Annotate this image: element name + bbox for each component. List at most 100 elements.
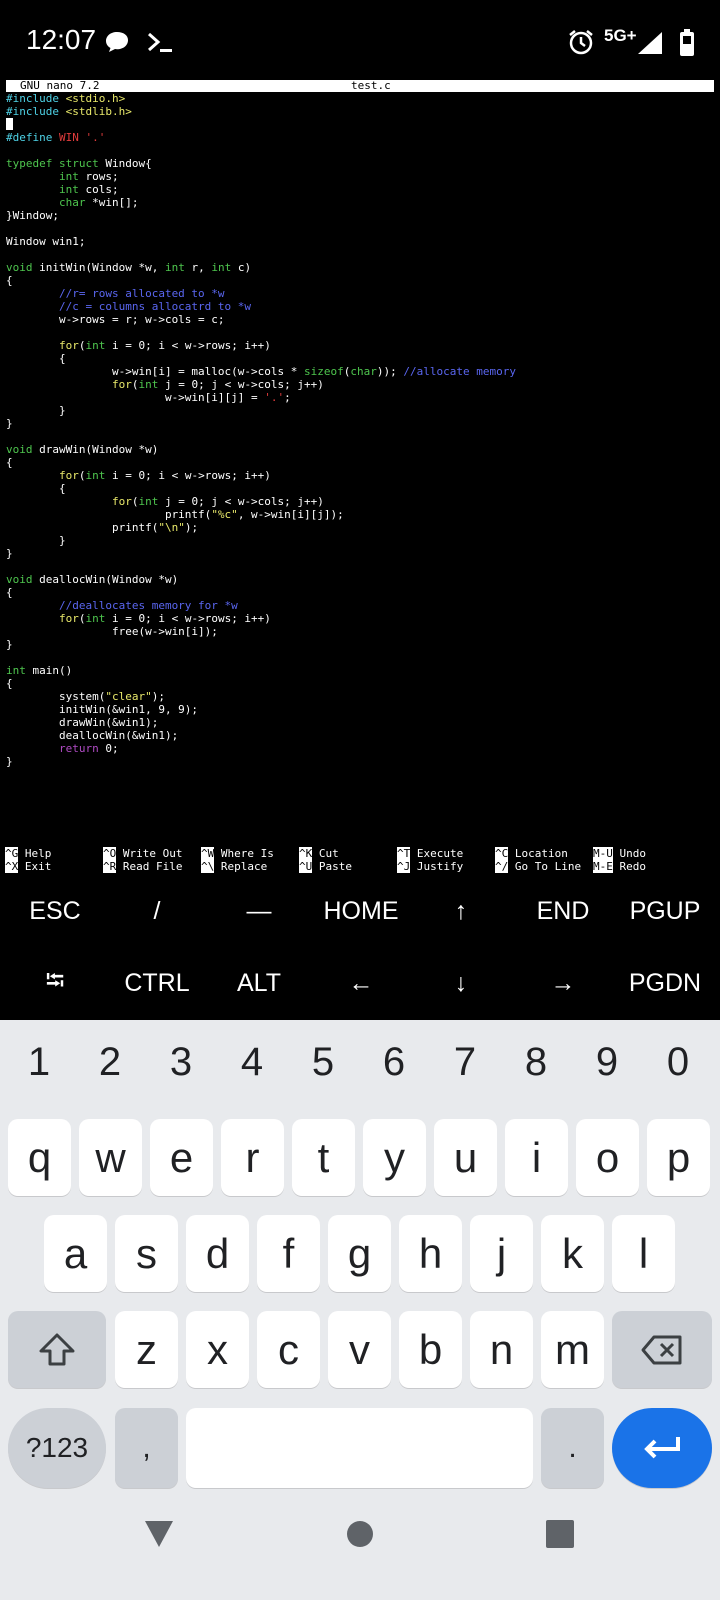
key-b[interactable]: b [399,1311,462,1388]
home-key[interactable]: HOME [310,881,412,941]
key-5[interactable]: 5 [288,1032,358,1092]
key-p[interactable]: p [647,1119,710,1196]
pgdn-key[interactable]: PGDN [614,953,716,1013]
key-v[interactable]: v [328,1311,391,1388]
key-6[interactable]: 6 [359,1032,429,1092]
key-t[interactable]: t [292,1119,355,1196]
key-l[interactable]: l [612,1215,675,1292]
dash-key[interactable]: — [208,881,310,941]
key-g[interactable]: g [328,1215,391,1292]
pgup-key[interactable]: PGUP [614,881,716,941]
shortcut-cut[interactable]: ^K Cut [299,847,339,860]
key-7[interactable]: 7 [430,1032,500,1092]
code-line: return 0; [58,742,119,755]
end-key[interactable]: END [512,881,614,941]
shortcut-location[interactable]: ^C Location [495,847,568,860]
period-key[interactable]: . [541,1408,604,1488]
alt-key[interactable]: ALT [208,953,310,1013]
key-8[interactable]: 8 [501,1032,571,1092]
recents-icon[interactable] [546,1520,574,1553]
code-line: drawWin(&win1); [6,716,159,729]
shortcut-read-file[interactable]: ^R Read File [103,860,182,873]
space-bar[interactable] [186,1408,533,1488]
code-line: #define WIN '.' [6,131,106,144]
shortcut-go-to-line[interactable]: ^/ Go To Line [495,860,581,873]
code-line: free(w->win[i]); [6,625,218,638]
code-line: } [6,404,66,417]
key-c[interactable]: c [257,1311,320,1388]
key-i[interactable]: i [505,1119,568,1196]
key-j[interactable]: j [470,1215,533,1292]
key-k[interactable]: k [541,1215,604,1292]
key-1[interactable]: 1 [4,1032,74,1092]
key-a[interactable]: a [44,1215,107,1292]
key-2[interactable]: 2 [75,1032,145,1092]
extra-keys-bar: ESC / — HOME ↑ END PGUP ⭾ CTRL ALT ← ↓ →… [0,875,720,1020]
shortcut-where-is[interactable]: ^W Where Is [201,847,274,860]
enter-key[interactable] [612,1408,712,1488]
key-m[interactable]: m [541,1311,604,1388]
key-f[interactable]: f [257,1215,320,1292]
shortcut-replace[interactable]: ^\ Replace [201,860,267,873]
esc-key[interactable]: ESC [4,881,106,941]
comma-key[interactable]: , [115,1408,178,1488]
code-line: }Window; [6,209,59,222]
slash-key[interactable]: / [106,881,208,941]
arrow-up-key[interactable]: ↑ [410,881,512,941]
code-line: } [6,547,13,560]
home-icon[interactable] [346,1520,374,1553]
key-0[interactable]: 0 [643,1032,713,1092]
code-line: //c = columns allocatrd to *w [6,300,252,313]
tab-key[interactable]: ⭾ [4,953,106,1013]
arrow-left-key[interactable]: ← [310,953,412,1013]
key-9[interactable]: 9 [572,1032,642,1092]
shortcut-redo[interactable]: M-E Redo [593,860,646,873]
terminal-view[interactable]: GNU nano 7.2 test.c #include <stdio.h> #… [4,80,716,875]
key-h[interactable]: h [399,1215,462,1292]
key-u[interactable]: u [434,1119,497,1196]
key-q[interactable]: q [8,1119,71,1196]
shortcut-help[interactable]: ^G Help [5,847,51,860]
key-o[interactable]: o [576,1119,639,1196]
shortcut-write-out[interactable]: ^O Write Out [103,847,182,860]
code-editor[interactable]: #include <stdio.h> #include <stdlib.h> #… [6,92,714,768]
code-line: void initWin(Window *w, int r, int c) [6,261,252,274]
key-w[interactable]: w [79,1119,142,1196]
back-icon[interactable] [142,1518,176,1555]
code-line: //r= rows allocated to *w [6,287,225,300]
key-d[interactable]: d [186,1215,249,1292]
symbols-key[interactable]: ?123 [8,1408,106,1488]
key-e[interactable]: e [150,1119,213,1196]
key-s[interactable]: s [115,1215,178,1292]
chat-bubble-icon [104,30,130,59]
key-n[interactable]: n [470,1311,533,1388]
key-4[interactable]: 4 [217,1032,287,1092]
code-line: } [6,638,13,651]
shift-key[interactable] [8,1311,106,1388]
shortcut-undo[interactable]: M-U Undo [593,847,646,860]
key-y[interactable]: y [363,1119,426,1196]
shortcut-justify[interactable]: ^J Justify [397,860,463,873]
network-type: 5G+ [604,26,637,45]
ctrl-key[interactable]: CTRL [106,953,208,1013]
key-3[interactable]: 3 [146,1032,216,1092]
enter-icon [644,1437,680,1459]
code-line: typedef struct Window{ [6,157,152,170]
key-x[interactable]: x [186,1311,249,1388]
key-z[interactable]: z [115,1311,178,1388]
arrow-down-key[interactable]: ↓ [410,953,512,1013]
shortcut-execute[interactable]: ^T Execute [397,847,463,860]
backspace-key[interactable] [612,1311,712,1388]
shortcut-paste[interactable]: ^U Paste [299,860,352,873]
code-line: int rows; [6,170,119,183]
shortcut-exit[interactable]: ^X Exit [5,860,51,873]
code-line: w->rows = r; w->cols = c; [6,313,225,326]
text-cursor [6,118,13,130]
arrow-right-key[interactable]: → [512,953,614,1013]
key-r[interactable]: r [221,1119,284,1196]
code-line: for(int i = 0; i < w->rows; i++) [58,339,271,352]
